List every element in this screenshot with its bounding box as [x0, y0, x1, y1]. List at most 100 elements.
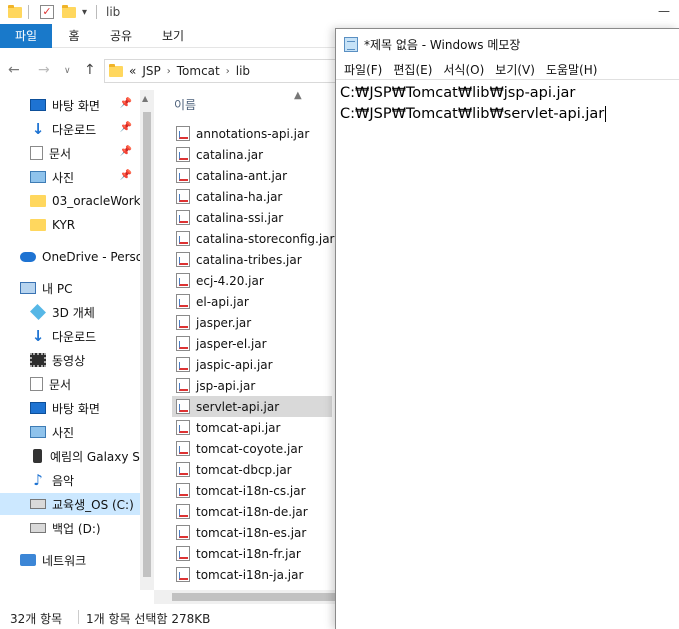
nav-item-label: 사진	[52, 170, 75, 185]
file-row[interactable]: catalina-storeconfig.jar	[172, 228, 334, 249]
file-row[interactable]: tomcat-dbcp.jar	[172, 459, 332, 480]
nav-pane-scrollbar[interactable]: ▲	[140, 90, 154, 590]
nav-item-documents[interactable]: 문서	[0, 373, 140, 395]
file-name: jsp-api.jar	[196, 378, 256, 393]
file-row[interactable]: tomcat-i18n-es.jar	[172, 522, 332, 543]
breadcrumb-item-jsp[interactable]: JSP	[142, 64, 160, 78]
file-row[interactable]: catalina-ssi.jar	[172, 207, 332, 228]
menu-format[interactable]: 서식(O)	[443, 61, 484, 78]
breadcrumb-item-lib[interactable]: lib	[236, 64, 250, 78]
nav-item-desktop[interactable]: 바탕 화면	[0, 397, 140, 419]
jar-file-icon	[176, 546, 190, 561]
jar-file-icon	[176, 294, 190, 309]
pin-icon: 📌	[119, 122, 132, 133]
nav-item-label: OneDrive - Person	[42, 250, 140, 264]
file-row[interactable]: catalina-ha.jar	[172, 186, 332, 207]
nav-item-videos[interactable]: 동영상	[0, 349, 140, 371]
column-header-name[interactable]: 이름	[174, 96, 196, 113]
recent-locations-icon[interactable]: ∨	[64, 66, 71, 76]
file-row[interactable]: servlet-api.jar	[172, 396, 332, 417]
menu-file[interactable]: 파일(F)	[344, 61, 382, 78]
file-row[interactable]: catalina-tribes.jar	[172, 249, 332, 270]
file-row[interactable]: tomcat-i18n-de.jar	[172, 501, 332, 522]
jar-file-icon	[176, 273, 190, 288]
nav-item-this-pc[interactable]: 내 PC	[0, 277, 140, 299]
nav-item-label: KYR	[52, 218, 76, 232]
tab-home[interactable]: 홈	[60, 24, 88, 48]
scroll-up-icon[interactable]: ▲	[142, 94, 148, 103]
file-list-horizontal-scrollbar[interactable]	[154, 590, 339, 604]
file-name: catalina-ssi.jar	[196, 210, 284, 225]
tab-file[interactable]: 파일	[0, 24, 52, 48]
nav-item-galaxy[interactable]: 예림의 Galaxy S	[0, 445, 140, 467]
file-name: catalina.jar	[196, 147, 264, 162]
chevron-right-icon[interactable]: ›	[167, 66, 171, 77]
menu-help[interactable]: 도움말(H)	[546, 61, 598, 78]
jar-file-icon	[176, 315, 190, 330]
breadcrumb-item-tomcat[interactable]: Tomcat	[177, 64, 220, 78]
tab-view[interactable]: 보기	[156, 24, 190, 48]
nav-item-onedrive[interactable]: OneDrive - Person	[0, 246, 140, 268]
customize-toolbar-icon[interactable]: ▾	[82, 7, 87, 18]
up-icon[interactable]: ↑	[84, 62, 96, 78]
scrollbar-thumb[interactable]	[143, 112, 151, 577]
file-name: jasper-el.jar	[196, 336, 267, 351]
pictures-icon	[30, 171, 46, 183]
nav-item-label: 예림의 Galaxy S	[50, 449, 140, 464]
address-bar[interactable]: « JSP › Tomcat › lib	[104, 59, 344, 83]
jar-file-icon	[176, 441, 190, 456]
notepad-text-area[interactable]: C:₩JSP₩Tomcat₩lib₩jsp-api.jar C:₩JSP₩Tom…	[336, 79, 679, 629]
file-row[interactable]: tomcat-api.jar	[172, 417, 332, 438]
nav-item-downloads-pinned[interactable]: ↓ 다운로드 📌	[0, 118, 140, 140]
nav-item-3d-objects[interactable]: 3D 개체	[0, 301, 140, 323]
new-folder-icon[interactable]	[62, 4, 76, 18]
toolbar-divider	[28, 5, 29, 19]
minimize-icon[interactable]: —	[657, 4, 671, 18]
address-row: ← → ∨ ↑ « JSP › Tomcat › lib	[0, 56, 344, 86]
nav-item-drive-d[interactable]: 백업 (D:)	[0, 517, 140, 539]
file-row[interactable]: tomcat-i18n-cs.jar	[172, 480, 332, 501]
file-row[interactable]: ecj-4.20.jar	[172, 270, 332, 291]
file-name: jaspic-api.jar	[196, 357, 273, 372]
file-row[interactable]: tomcat-i18n-fr.jar	[172, 543, 332, 564]
file-row[interactable]: jaspic-api.jar	[172, 354, 332, 375]
notepad-title: *제목 없음 - Windows 메모장	[364, 37, 521, 52]
nav-item-music[interactable]: ♪ 음악	[0, 469, 140, 491]
network-icon	[20, 554, 36, 566]
file-row[interactable]: catalina-ant.jar	[172, 165, 332, 186]
window-title: lib	[106, 5, 121, 19]
file-row[interactable]: jsp-api.jar	[172, 375, 332, 396]
back-icon[interactable]: ←	[8, 62, 20, 78]
file-row[interactable]: tomcat-i18n-ja.jar	[172, 564, 332, 585]
menu-view[interactable]: 보기(V)	[495, 61, 535, 78]
file-row[interactable]: catalina.jar	[172, 144, 332, 165]
chevron-right-icon[interactable]: ›	[226, 66, 230, 77]
nav-item-oraclework[interactable]: 03_oracleWork	[0, 190, 140, 212]
menu-edit[interactable]: 편집(E)	[393, 61, 432, 78]
nav-item-pictures-pinned[interactable]: 사진 📌	[0, 166, 140, 188]
nav-item-downloads[interactable]: ↓ 다운로드	[0, 325, 140, 347]
file-row[interactable]: tomcat-coyote.jar	[172, 438, 332, 459]
nav-item-desktop-pinned[interactable]: 바탕 화면 📌	[0, 94, 140, 116]
file-name: tomcat-i18n-es.jar	[196, 525, 307, 540]
navigation-pane: 바탕 화면 📌 ↓ 다운로드 📌 문서 📌 사진 📌 03_oracleWork KYR …	[0, 90, 140, 590]
breadcrumb-overflow[interactable]: «	[129, 64, 136, 78]
tab-share[interactable]: 공유	[104, 24, 138, 48]
nav-item-label: 네트워크	[42, 553, 87, 568]
nav-item-documents-pinned[interactable]: 문서 📌	[0, 142, 140, 164]
file-row[interactable]: el-api.jar	[172, 291, 332, 312]
jar-file-icon	[176, 420, 190, 435]
file-name: catalina-tribes.jar	[196, 252, 302, 267]
nav-item-drive-c[interactable]: 교육생_OS (C:)	[0, 493, 140, 515]
forward-icon[interactable]: →	[38, 62, 50, 78]
scrollbar-thumb[interactable]	[172, 593, 337, 601]
nav-item-kyr[interactable]: KYR	[0, 214, 140, 236]
nav-item-network[interactable]: 네트워크	[0, 549, 140, 571]
file-name: tomcat-coyote.jar	[196, 441, 303, 456]
file-row[interactable]: annotations-api.jar	[172, 123, 332, 144]
file-row[interactable]: jasper-el.jar	[172, 333, 332, 354]
nav-item-pictures[interactable]: 사진	[0, 421, 140, 443]
notepad-title-bar[interactable]: *제목 없음 - Windows 메모장	[336, 29, 679, 59]
file-row[interactable]: jasper.jar	[172, 312, 332, 333]
properties-icon[interactable]: ✓	[40, 5, 54, 19]
